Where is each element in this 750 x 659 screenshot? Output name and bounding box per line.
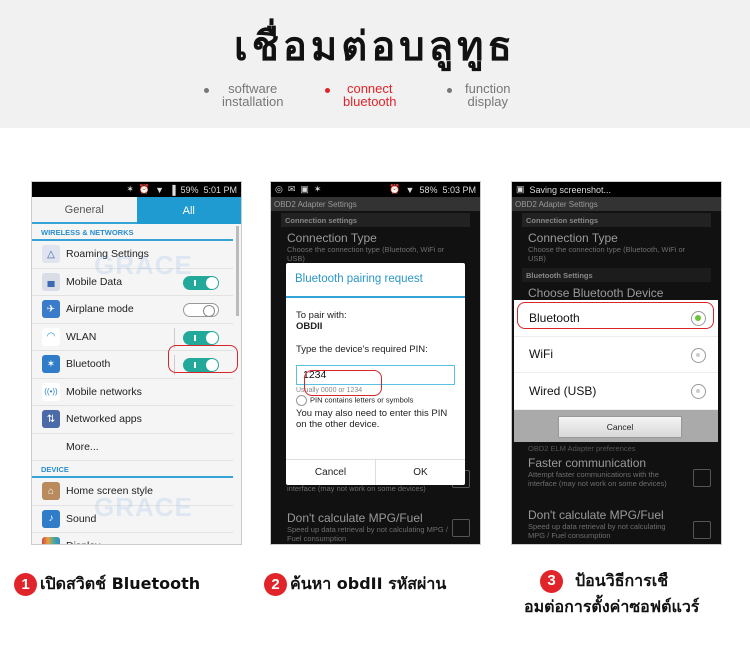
section-bluetooth-settings: Bluetooth Settings [522,268,711,282]
scrollbar[interactable] [236,226,239,316]
dialog-title: Bluetooth pairing request [286,263,465,298]
settings-tabs: General All [32,197,241,224]
step-dot [204,88,209,93]
step-number-badge: 3 [540,569,563,593]
battery-level: 58% [419,184,438,195]
image-icon: ▣ [300,184,309,194]
pref-connection-type[interactable]: Connection Type Choose the connection ty… [512,227,721,266]
step-dot [447,88,452,93]
bluetooth-status-icon: ✶ [313,184,322,194]
app-bar-title: OBD2 Adapter Settings [512,197,721,211]
status-bar: ✶ ⏰ ▼ ▐ 59% 5:01 PM [32,182,241,197]
page-title: เชื่อมต่อบลูทูธ [234,24,516,70]
highlight-bluetooth-toggle [168,345,238,373]
clock: 5:01 PM [203,184,237,195]
app-bar-title: OBD2 Adapter Settings [271,197,480,211]
pin-letters-checkbox[interactable] [296,395,307,406]
gps-icon: ◎ [275,184,283,194]
watermark: GRACE [94,250,193,280]
setting-airplane-mode[interactable]: ✈ Airplane mode [32,296,233,324]
mpg-checkbox[interactable] [452,519,470,537]
pin-note: You may also need to enter this PIN on t… [296,408,448,430]
step-function-display: function display [447,82,511,108]
display-icon [42,537,60,544]
triangle-icon: △ [42,245,60,264]
pair-with-label: To pair with: [296,310,347,321]
step-indicator: software installation connect bluetooth … [0,82,750,112]
wlan-toggle[interactable] [183,330,219,345]
pref-faster-communication[interactable]: Faster communication Attempt faster comm… [512,452,721,491]
bluetooth-status-icon: ✶ [126,184,134,194]
screenshot-icon: ▣ [516,184,525,194]
speaker-icon: ♪ [42,509,60,528]
setting-more[interactable]: More... [32,434,233,461]
phone-screenshot-connection-type: ▣ Saving screenshot... OBD2 Adapter Sett… [511,181,722,545]
section-connection-settings: Connection settings [281,213,470,227]
status-bar: ◎ ✉ ▣ ✶ ⏰ ▼ 58% 5:03 PM [271,182,480,197]
alarm-icon: ⏰ [138,184,151,194]
message-icon: ✉ [287,184,296,194]
caption-step-3: 3 ป้อนวิธีการเชื อมต่อการตั้งค่าซอฟต์แวร… [524,569,700,616]
step-connect-bluetooth: connect bluetooth [325,82,397,108]
battery-level: 59% [180,184,199,195]
step-number-badge: 2 [264,573,287,596]
option-wifi[interactable]: WiFi [514,337,718,373]
airplane-mode-toggle[interactable] [183,303,219,317]
highlight-bluetooth-option [517,302,714,329]
cancel-button[interactable]: Cancel [558,416,682,438]
clock: 5:03 PM [442,184,476,195]
tab-general[interactable]: General [32,197,137,224]
section-wireless: WIRELESS & NETWORKS [32,224,233,241]
radio-unselected[interactable] [691,384,706,399]
setting-mobile-networks[interactable]: ((•)) Mobile networks [32,379,233,406]
device-name: OBDII [296,321,323,332]
alarm-icon: ⏰ [389,184,401,194]
pin-prompt: Type the device's required PIN: [296,344,428,355]
caption-step-2: 2 ค้นหา obdII รหัสผ่าน [264,572,446,597]
status-bar: ▣ Saving screenshot... [512,182,721,197]
signal-icon: ▐ [169,184,176,195]
ok-button[interactable]: OK [376,460,465,485]
caption-step-1: 1 เปิดสวิตช์ Bluetooth [14,572,200,597]
section-connection-settings: Connection settings [522,213,711,227]
step-number-badge: 1 [14,573,37,596]
wifi-icon: ◠ [42,327,60,346]
pref-dont-calculate-mpg[interactable]: Don't calculate MPG/Fuel Speed up data r… [271,507,480,544]
chart-icon: ▄ [42,272,60,291]
tab-all[interactable]: All [136,197,241,224]
radio-unselected[interactable] [691,347,706,363]
signal-icon: ((•)) [42,382,60,401]
setting-networked-apps[interactable]: ⇅ Networked apps [32,406,233,434]
phone-screenshot-settings: ✶ ⏰ ▼ ▐ 59% 5:01 PM General All WIRELESS… [31,181,242,545]
pin-letters-option[interactable]: PIN contains letters or symbols [296,395,455,406]
header-banner: เชื่อมต่อบลูทูธ software installation co… [0,0,750,128]
watermark: GRACE [94,492,193,522]
cancel-button[interactable]: Cancel [286,460,376,485]
home-icon: ⌂ [42,482,60,501]
option-wired-usb[interactable]: Wired (USB) [514,373,718,410]
pref-connection-type[interactable]: Connection Type Choose the connection ty… [271,227,480,266]
apps-icon: ⇅ [42,410,60,429]
phone-screenshot-pairing: ◎ ✉ ▣ ✶ ⏰ ▼ 58% 5:03 PM OBD2 Adapter Set… [270,181,481,545]
step-dot [325,88,330,93]
airplane-icon: ✈ [42,300,60,319]
highlight-pin-input [304,370,382,396]
faster-communication-checkbox[interactable] [693,469,711,487]
status-text: Saving screenshot... [529,184,612,195]
mpg-checkbox[interactable] [693,521,711,539]
wifi-status-icon: ▼ [405,184,415,195]
section-device: DEVICE [32,461,233,478]
pref-dont-calculate-mpg[interactable]: Don't calculate MPG/Fuel Speed up data r… [512,504,721,543]
step-software-installation: software installation [204,82,283,108]
setting-display[interactable]: Display [32,533,233,544]
connection-type-dialog: Bluetooth WiFi Wired (USB) Cancel [514,300,718,442]
wifi-status-icon: ▼ [155,184,165,195]
bluetooth-icon: ✶ [42,355,60,374]
bluetooth-pairing-dialog: Bluetooth pairing request To pair with: … [286,263,465,485]
